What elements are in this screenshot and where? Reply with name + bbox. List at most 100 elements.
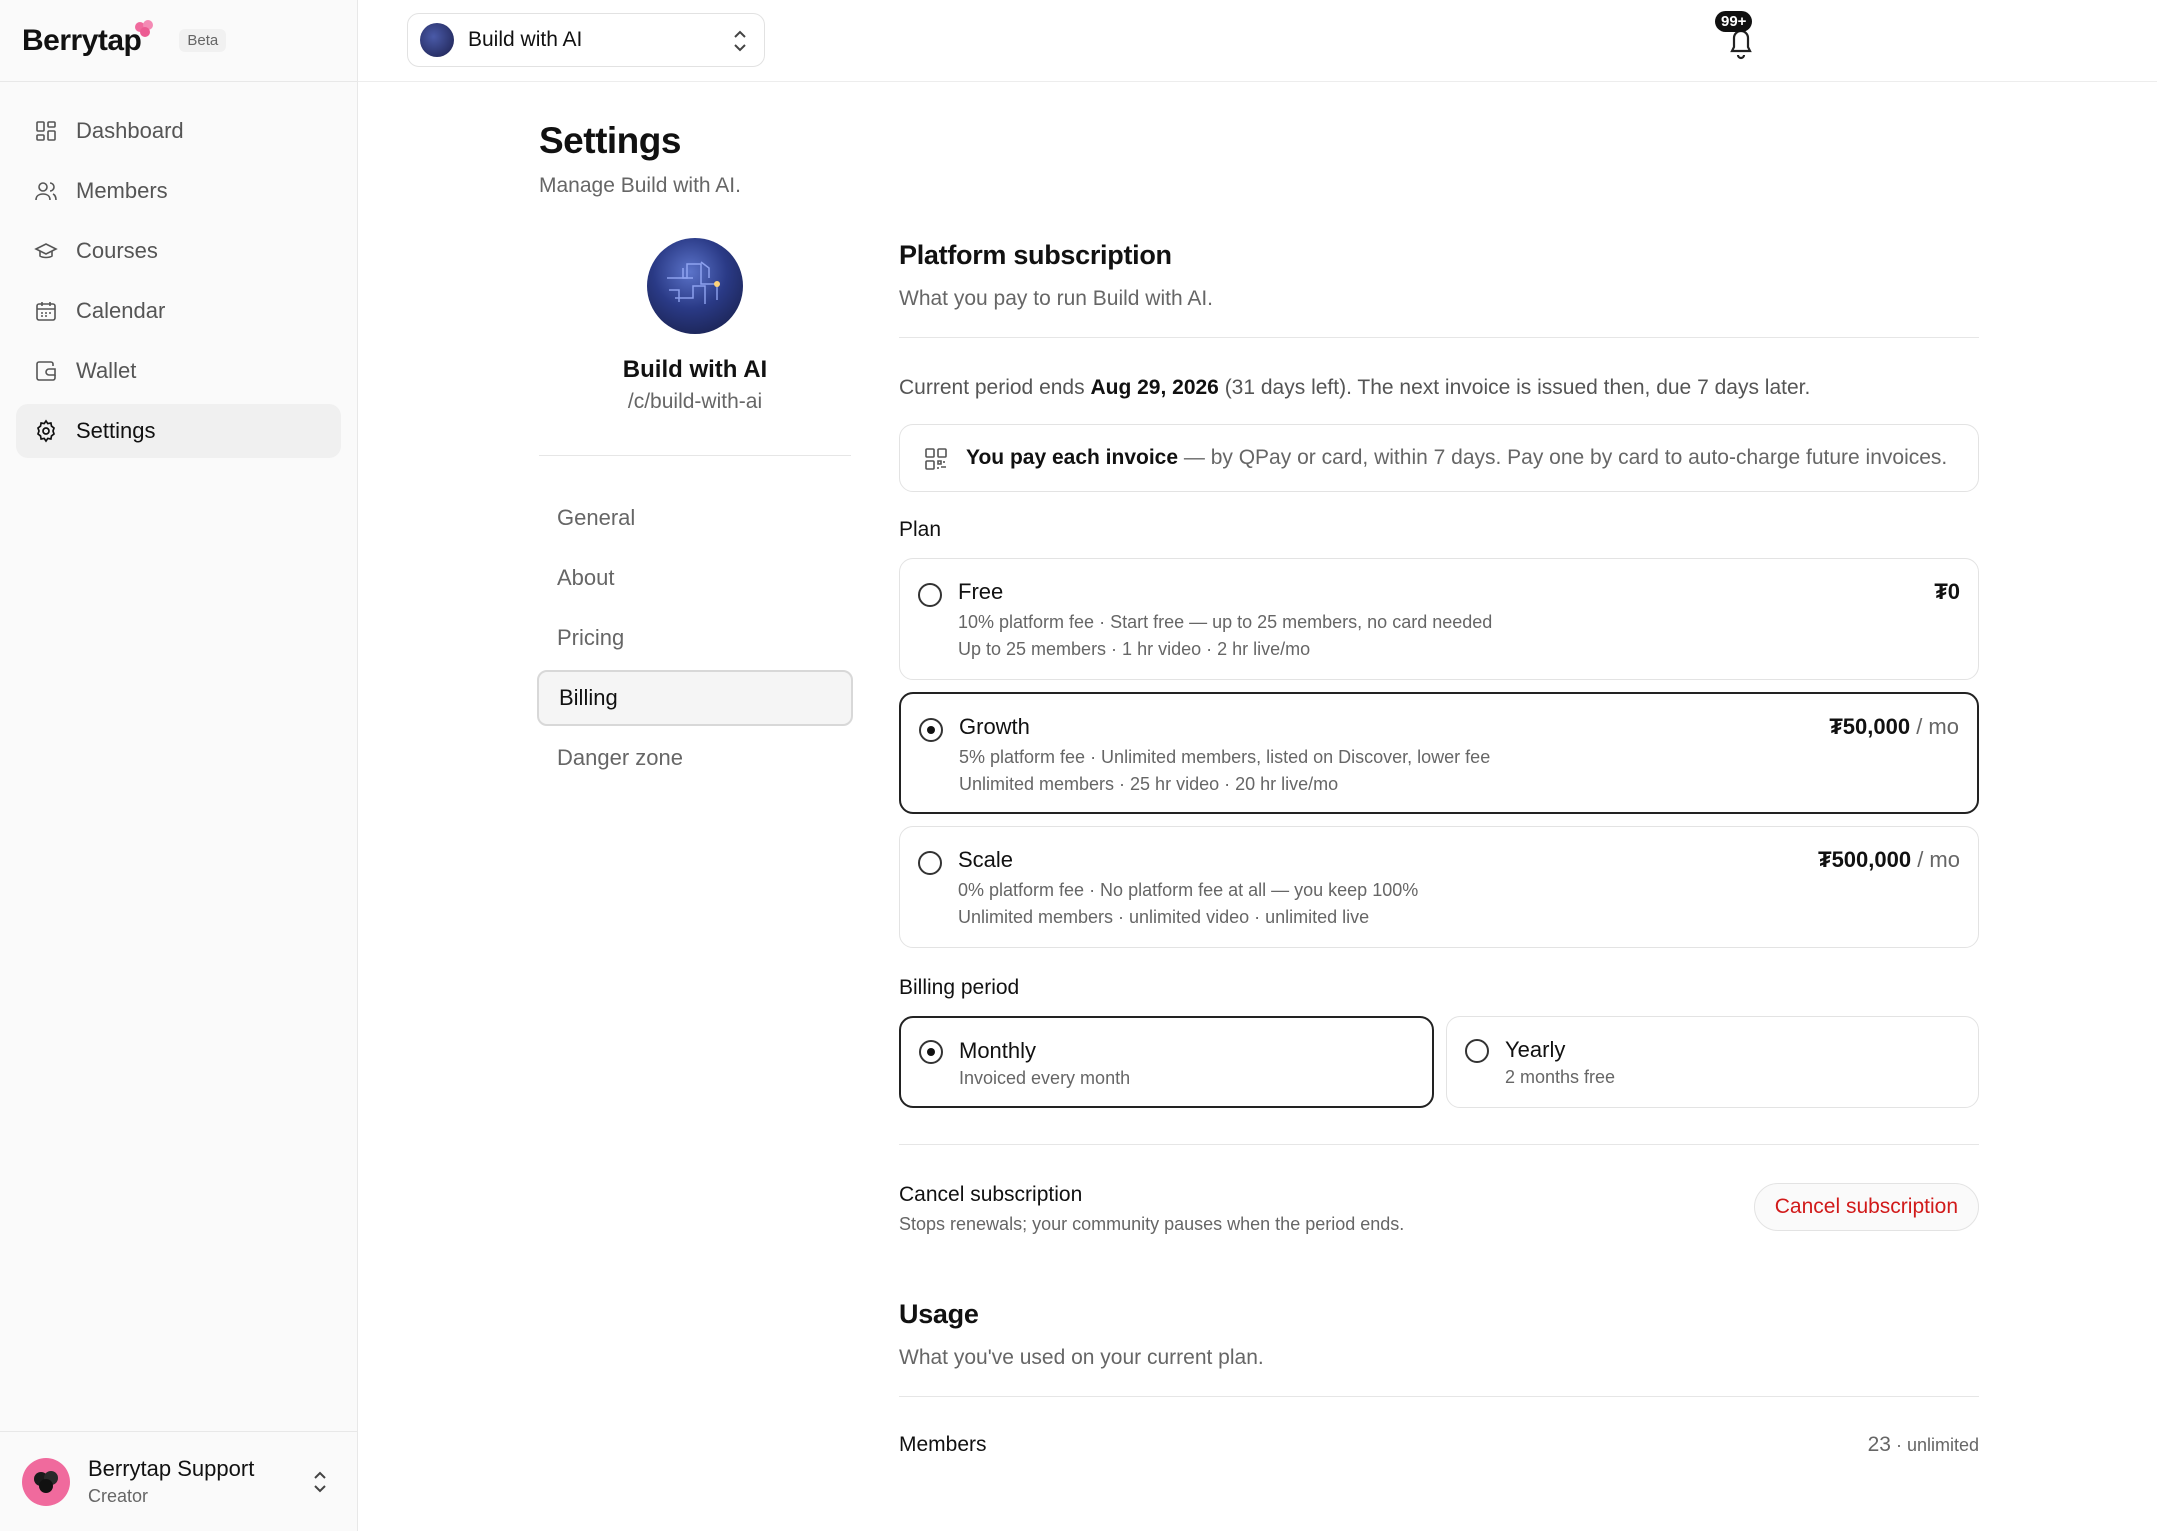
sidebar-item-courses[interactable]: Courses <box>16 224 341 278</box>
cancel-title: Cancel subscription <box>899 1183 1083 1206</box>
chevron-up-down-icon <box>314 1471 326 1493</box>
page-subtitle: Manage Build with AI. <box>539 174 741 197</box>
plan-fee: 0% platform fee · No platform fee at all… <box>958 880 1419 900</box>
radio-button[interactable] <box>919 718 943 742</box>
subscription-title: Platform subscription <box>899 240 1172 270</box>
sidebar-item-settings[interactable]: Settings <box>16 404 341 458</box>
period-date: Aug 29, 2026 <box>1090 376 1219 399</box>
sidebar-item-label: Dashboard <box>76 118 184 143</box>
plan-price: ₮500,000 / mo <box>1818 847 1960 873</box>
community-avatar <box>647 238 743 334</box>
plan-fee: 10% platform fee · Start free — up to 25… <box>958 612 1493 632</box>
plan-limits: Unlimited members · unlimited video · un… <box>958 907 1370 927</box>
brand-logo[interactable]: Berrytap <box>22 24 142 58</box>
divider <box>899 1396 1979 1397</box>
plan-name: Growth <box>959 714 1030 739</box>
tab-billing[interactable]: Billing <box>537 670 853 726</box>
period-desc: 2 months free <box>1505 1067 1616 1087</box>
tab-danger-zone[interactable]: Danger zone <box>537 730 853 786</box>
plan-label: Plan <box>899 518 942 541</box>
community-image <box>667 261 720 304</box>
notification-badge: 99+ <box>1715 11 1753 32</box>
notice-bold: You pay each invoice <box>966 446 1179 469</box>
period-info: Current period ends Aug 29, 2026 (31 day… <box>899 376 1979 400</box>
billing-period-yearly[interactable]: Yearly 2 months free <box>1446 1016 1979 1108</box>
workspace-avatar <box>420 23 454 57</box>
user-role: Creator <box>88 1486 149 1506</box>
radio-button[interactable] <box>919 1040 943 1064</box>
tab-general[interactable]: General <box>537 490 853 546</box>
plan-name: Scale <box>958 847 1014 872</box>
tab-about[interactable]: About <box>537 550 853 606</box>
invoice-notice: You pay each invoice — by QPay or card, … <box>899 424 1979 492</box>
sidebar-item-label: Calendar <box>76 298 166 323</box>
sidebar-item-members[interactable]: Members <box>16 164 341 218</box>
cancel-section: Cancel subscription Stops renewals; your… <box>899 1169 1979 1259</box>
period-prefix: Current period ends <box>899 376 1091 399</box>
divider <box>899 337 1979 338</box>
sidebar-item-label: Courses <box>76 238 158 263</box>
berry-avatar-icon <box>34 1470 58 1493</box>
usage-count: 23 <box>1867 1433 1891 1456</box>
page-title: Settings <box>539 120 681 161</box>
user-name: Berrytap Support <box>88 1456 255 1481</box>
plan-limits: Unlimited members · 25 hr video · 20 hr … <box>959 774 1339 794</box>
dashboard-icon <box>36 121 56 141</box>
sidebar-item-dashboard[interactable]: Dashboard <box>16 104 341 158</box>
radio-button[interactable] <box>1465 1039 1489 1063</box>
plan-option-free[interactable]: Free 10% platform fee · Start free — up … <box>899 558 1979 680</box>
price-amount: ₮50,000 <box>1829 714 1911 739</box>
sidebar-item-label: Settings <box>76 418 156 443</box>
community-name: Build with AI <box>622 356 768 383</box>
tab-pricing[interactable]: Pricing <box>537 610 853 666</box>
billing-period-options: Monthly Invoiced every month Yearly 2 mo… <box>899 1016 1979 1108</box>
billing-period-monthly[interactable]: Monthly Invoiced every month <box>899 1016 1434 1108</box>
chevron-up-down-icon <box>734 30 746 52</box>
price-amount: ₮500,000 <box>1818 847 1912 872</box>
period-name: Monthly <box>959 1038 1037 1063</box>
plan-price: ₮0 <box>1934 579 1960 605</box>
divider <box>899 1144 1979 1145</box>
usage-title: Usage <box>899 1299 979 1329</box>
sidebar-nav: Dashboard Members Courses Calendar Walle… <box>0 82 357 458</box>
avatar <box>22 1457 70 1506</box>
sidebar-item-label: Wallet <box>76 358 137 383</box>
period-name: Yearly <box>1505 1037 1566 1062</box>
sidebar-item-label: Members <box>76 178 168 203</box>
berry-logo-icon <box>135 20 153 37</box>
settings-subnav: General About Pricing Billing Danger zon… <box>537 490 853 790</box>
period-desc: Invoiced every month <box>959 1068 1131 1088</box>
workspace-switcher[interactable]: Build with AI <box>407 13 765 67</box>
price-period: / mo <box>1910 714 1959 739</box>
plan-option-growth[interactable]: Growth 5% platform fee · Unlimited membe… <box>899 692 1979 814</box>
brand-header: Berrytap Beta <box>0 0 357 82</box>
usage-value: 23 · unlimited <box>1868 1433 1979 1457</box>
usage-limit: · unlimited <box>1890 1435 1979 1455</box>
usage-row-members: Members 23 · unlimited <box>899 1425 1979 1465</box>
community-slug: /c/build-with-ai <box>627 390 763 413</box>
cancel-subscription-button[interactable]: Cancel subscription <box>1753 1183 1979 1231</box>
beta-badge: Beta <box>179 29 227 52</box>
topbar: Build with AI <box>358 0 2157 82</box>
gear-icon <box>37 419 55 443</box>
notice-text: — by QPay or card, within 7 days. Pay on… <box>1178 446 1948 469</box>
subscription-subtitle: What you pay to run Build with AI. <box>899 287 1213 310</box>
wallet-icon <box>36 361 56 381</box>
radio-button[interactable] <box>918 583 942 607</box>
sidebar-item-calendar[interactable]: Calendar <box>16 284 341 338</box>
plan-price: ₮50,000 / mo <box>1829 714 1959 740</box>
sidebar-item-wallet[interactable]: Wallet <box>16 344 341 398</box>
usage-subtitle: What you've used on your current plan. <box>899 1346 1264 1369</box>
qr-code-icon <box>925 448 947 470</box>
radio-button[interactable] <box>918 851 942 875</box>
plan-option-scale[interactable]: Scale 0% platform fee · No platform fee … <box>899 826 1979 948</box>
calendar-icon <box>36 302 56 321</box>
users-icon <box>35 182 57 201</box>
plan-limits: Up to 25 members · 1 hr video · 2 hr liv… <box>958 639 1311 659</box>
divider <box>539 455 851 456</box>
user-menu[interactable]: Berrytap Support Creator <box>0 1431 357 1531</box>
price-period: / mo <box>1911 847 1960 872</box>
workspace-name: Build with AI <box>468 28 583 51</box>
cancel-desc: Stops renewals; your community pauses wh… <box>899 1214 1405 1234</box>
plan-fee: 5% platform fee · Unlimited members, lis… <box>959 747 1491 767</box>
